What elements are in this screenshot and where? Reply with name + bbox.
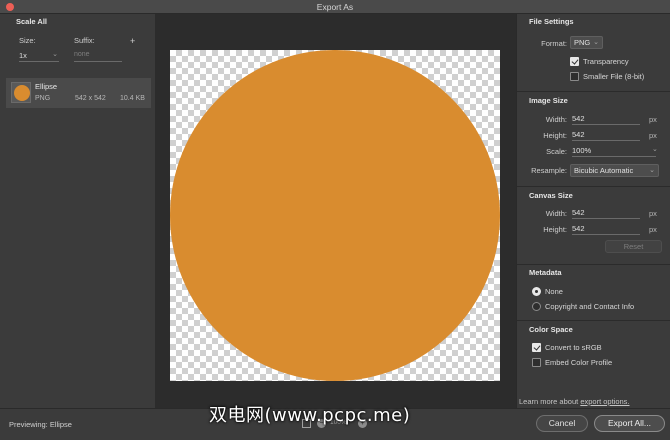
canvas-width-input[interactable]: 542 xyxy=(572,208,640,219)
resample-select[interactable]: Bicubic Automatic ⌄ xyxy=(570,164,659,177)
size-label: Size: xyxy=(19,36,36,45)
export-all-button[interactable]: Export All... xyxy=(594,415,665,432)
smaller-file-checkbox[interactable] xyxy=(570,72,579,81)
learn-more-label: Learn more about xyxy=(519,397,579,406)
scale-label: Scale: xyxy=(546,147,567,156)
image-width-input[interactable]: 542 xyxy=(572,114,640,125)
image-height-label: Height: xyxy=(543,131,567,140)
canvas-size-heading: Canvas Size xyxy=(529,191,573,200)
metadata-heading: Metadata xyxy=(529,268,562,277)
resample-label: Resample: xyxy=(531,166,567,175)
image-width-unit: px xyxy=(649,115,657,124)
size-value: 1x xyxy=(19,51,27,60)
image-height-input[interactable]: 542 xyxy=(572,130,640,141)
transparency-checkbox[interactable] xyxy=(570,57,579,66)
asset-list-item[interactable]: Ellipse PNG 542 x 542 10.4 KB xyxy=(6,78,151,108)
preview-canvas xyxy=(170,50,500,381)
canvas-height-input[interactable]: 542 xyxy=(572,224,640,235)
canvas-height-unit: px xyxy=(649,225,657,234)
image-height-unit: px xyxy=(649,131,657,140)
add-scale-button[interactable]: + xyxy=(130,36,135,46)
resample-value: Bicubic Automatic xyxy=(574,166,634,175)
canvas-width-label: Width: xyxy=(545,209,567,218)
embed-profile-checkbox[interactable] xyxy=(532,358,541,367)
canvas-width-unit: px xyxy=(649,209,657,218)
format-label: Format: xyxy=(541,39,567,48)
suffix-input[interactable]: none xyxy=(74,51,122,62)
format-value: PNG xyxy=(574,38,591,47)
chevron-down-icon: ⌄ xyxy=(52,51,58,58)
assets-panel: Scale All Size: Suffix: + 1x ⌄ none Elli… xyxy=(0,14,155,408)
chevron-down-icon: ⌄ xyxy=(652,146,658,153)
chevron-down-icon: ⌄ xyxy=(649,167,655,174)
size-select[interactable]: 1x ⌄ xyxy=(19,51,59,62)
previewing-status: Previewing: Ellipse xyxy=(9,420,72,429)
embed-profile-label: Embed Color Profile xyxy=(545,358,613,367)
convert-srgb-label: Convert to sRGB xyxy=(545,343,602,352)
convert-srgb-checkbox[interactable] xyxy=(532,343,541,352)
scale-all-heading: Scale All xyxy=(16,17,47,26)
watermark: 双电网(www.pcpc.me) xyxy=(209,405,411,426)
window-title: Export As xyxy=(316,2,354,12)
color-space-heading: Color Space xyxy=(529,325,573,334)
asset-dimensions: 542 x 542 xyxy=(75,95,106,102)
divider xyxy=(517,264,670,265)
title-bar: Export As xyxy=(0,0,670,14)
chevron-down-icon: ⌄ xyxy=(593,39,599,46)
learn-more-text: Learn more about export options. xyxy=(519,397,630,406)
reset-button[interactable]: Reset xyxy=(605,240,662,253)
image-size-heading: Image Size xyxy=(529,96,568,105)
metadata-copyright-label: Copyright and Contact Info xyxy=(545,302,635,311)
format-select[interactable]: PNG ⌄ xyxy=(570,36,603,49)
scale-select[interactable]: 100% xyxy=(572,146,656,157)
export-options-link[interactable]: export options. xyxy=(580,397,629,406)
ellipse-thumbnail-icon xyxy=(14,85,30,101)
divider xyxy=(517,320,670,321)
cancel-button[interactable]: Cancel xyxy=(536,415,588,432)
asset-file-size: 10.4 KB xyxy=(120,95,145,102)
image-width-label: Width: xyxy=(545,115,567,124)
transparency-label: Transparency xyxy=(583,57,629,66)
asset-thumbnail xyxy=(11,82,31,103)
canvas-height-label: Height: xyxy=(543,225,567,234)
asset-format: PNG xyxy=(35,95,51,102)
metadata-none-radio[interactable] xyxy=(532,287,541,296)
preview-panel xyxy=(155,14,516,408)
divider xyxy=(517,186,670,187)
asset-name: Ellipse xyxy=(35,82,58,91)
file-settings-heading: File Settings xyxy=(529,17,574,26)
settings-panel: File Settings Format: PNG ⌄ Transparency… xyxy=(516,14,670,408)
ellipse-preview xyxy=(170,50,500,381)
divider xyxy=(517,91,670,92)
metadata-copyright-radio[interactable] xyxy=(532,302,541,311)
metadata-none-label: None xyxy=(545,287,563,296)
smaller-file-label: Smaller File (8-bit) xyxy=(583,72,645,81)
suffix-label: Suffix: xyxy=(74,36,95,45)
